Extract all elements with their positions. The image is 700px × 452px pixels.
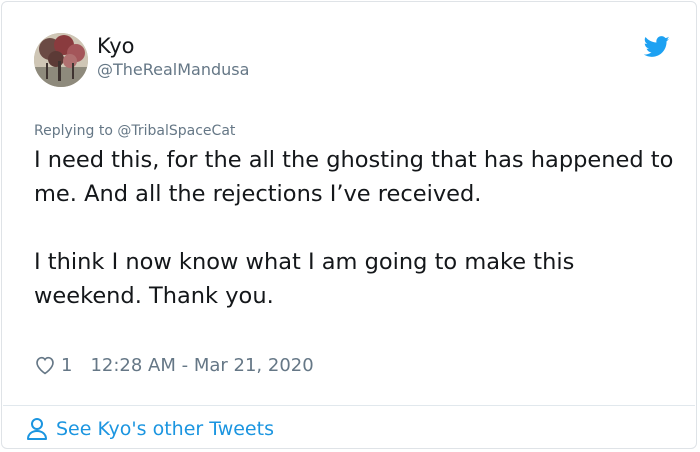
see-other-tweets-label[interactable]: See Kyo's other Tweets bbox=[56, 418, 274, 440]
footer-divider bbox=[3, 405, 695, 406]
heart-icon[interactable] bbox=[34, 354, 56, 376]
tweet-meta: 1 12:28 AM - Mar 21, 2020 bbox=[34, 352, 314, 378]
reply-context: Replying to @TribalSpaceCat bbox=[34, 121, 235, 141]
author-name[interactable]: Kyo bbox=[97, 33, 135, 59]
person-icon bbox=[27, 418, 47, 440]
tweet-timestamp[interactable]: 12:28 AM - Mar 21, 2020 bbox=[90, 355, 313, 376]
reply-prefix: Replying to bbox=[34, 123, 118, 139]
twitter-bird-icon[interactable] bbox=[644, 36, 670, 58]
tweet-card: Kyo @TheRealMandusa Replying to @TribalS… bbox=[1, 1, 697, 449]
tweet-text: I need this, for the all the ghosting th… bbox=[34, 147, 674, 309]
avatar[interactable] bbox=[34, 33, 88, 87]
avatar-photo bbox=[34, 33, 88, 87]
reply-mention-link[interactable]: @TribalSpaceCat bbox=[117, 123, 235, 139]
see-other-tweets-link[interactable]: See Kyo's other Tweets bbox=[26, 415, 274, 443]
author-handle[interactable]: @TheRealMandusa bbox=[97, 60, 249, 80]
like-count[interactable]: 1 bbox=[61, 355, 72, 376]
